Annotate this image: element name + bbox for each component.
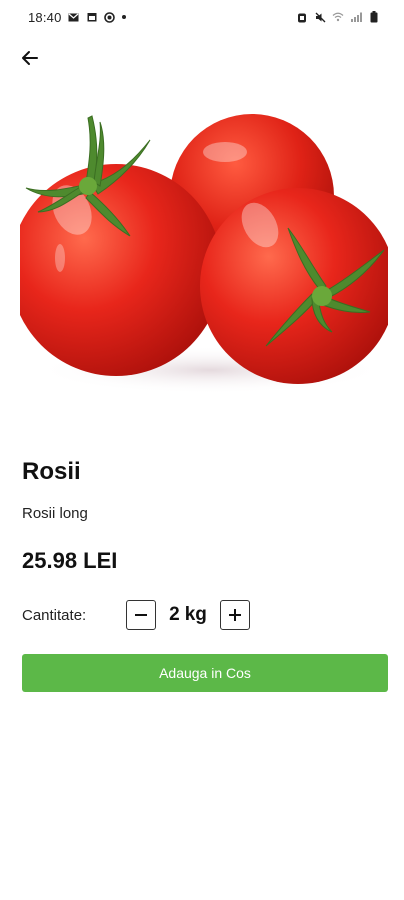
quantity-row: Cantitate: 2 kg bbox=[22, 598, 250, 632]
battery-icon bbox=[368, 11, 380, 23]
quantity-label: Cantitate: bbox=[22, 606, 87, 624]
quantity-value: 2 kg bbox=[156, 604, 220, 626]
arrow-left-icon bbox=[20, 48, 40, 68]
status-right bbox=[296, 11, 380, 23]
minus-icon bbox=[133, 607, 149, 623]
sync-icon bbox=[104, 11, 116, 23]
product-price: 25.98 LEI bbox=[22, 548, 118, 573]
status-left: 18:40 bbox=[28, 10, 126, 25]
quantity-number: 2 bbox=[169, 604, 180, 625]
dot-icon bbox=[121, 15, 126, 19]
alarm-icon bbox=[296, 11, 308, 23]
increment-button[interactable] bbox=[220, 600, 250, 630]
calendar-icon bbox=[86, 11, 98, 23]
product-description: Rosii long bbox=[22, 505, 88, 522]
add-to-cart-button[interactable]: Adauga in Cos bbox=[22, 654, 388, 692]
plus-icon bbox=[227, 607, 243, 623]
mail-icon bbox=[68, 11, 80, 23]
wifi-icon bbox=[332, 11, 344, 23]
quantity-unit: kg bbox=[184, 604, 207, 625]
product-image bbox=[20, 114, 388, 394]
signal-icon bbox=[350, 11, 362, 23]
back-button[interactable] bbox=[16, 44, 44, 72]
status-bar: 18:40 bbox=[0, 0, 404, 34]
decrement-button[interactable] bbox=[126, 600, 156, 630]
product-name: Rosii bbox=[22, 458, 81, 485]
mute-icon bbox=[314, 11, 326, 23]
status-time: 18:40 bbox=[28, 9, 62, 25]
